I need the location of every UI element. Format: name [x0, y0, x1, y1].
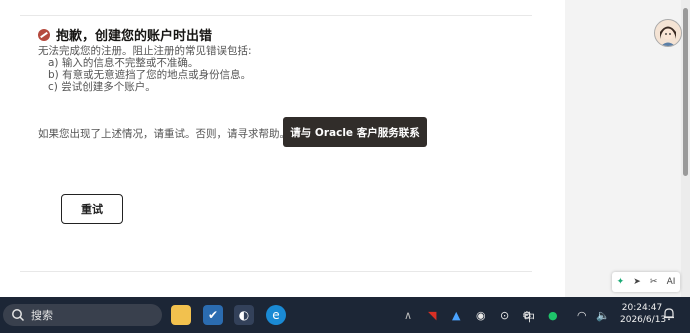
system-clock[interactable]: 20:24:47 2026/6/13: [620, 302, 667, 326]
user-avatar[interactable]: [654, 19, 682, 47]
file-explorer-icon[interactable]: [171, 305, 191, 325]
wifi-icon[interactable]: ◠: [577, 309, 587, 322]
clock-date: 2026/6/13: [620, 315, 667, 325]
volume-icon[interactable]: 🔈: [596, 309, 610, 322]
scrollbar-thumb[interactable]: [683, 8, 688, 176]
error-intro: 无法完成您的注册。阻止注册的常见错误包括:: [38, 45, 252, 57]
tray-icon[interactable]: ◉: [476, 309, 486, 322]
edge-browser-icon[interactable]: e: [266, 305, 286, 325]
translate-icon[interactable]: ✦: [617, 277, 625, 287]
divider: [20, 15, 532, 16]
main-page: 抱歉，创建您的账户时出错 无法完成您的注册。阻止注册的常见错误包括: a) 输入…: [0, 0, 565, 297]
ai-text-icon[interactable]: AI: [667, 277, 676, 287]
error-item: c) 尝试创建多个账户。: [48, 81, 156, 93]
search-placeholder: 搜索: [31, 309, 53, 322]
contact-support-button[interactable]: 请与 Oracle 客户服务联系: [283, 117, 427, 147]
error-icon: [38, 28, 50, 41]
taskbar-search[interactable]: 搜索: [3, 304, 162, 326]
retry-button[interactable]: 重试: [61, 194, 123, 224]
wechat-icon[interactable]: ●: [548, 309, 558, 322]
error-title: 抱歉，创建您的账户时出错: [56, 29, 213, 44]
tray-icon[interactable]: ▲: [452, 309, 460, 322]
ime-indicator[interactable]: 中: [524, 309, 535, 325]
app-icon[interactable]: ✔: [203, 305, 223, 325]
clock-time: 20:24:47: [621, 303, 663, 313]
error-message: 无法完成您的注册。阻止注册的常见错误包括: a) 输入的信息不完整或不准确。 b…: [38, 45, 252, 93]
scissors-icon[interactable]: ✂: [650, 277, 658, 287]
search-icon: [12, 309, 25, 322]
notification-bell-icon[interactable]: [662, 307, 676, 321]
error-header: 抱歉，创建您的账户时出错: [38, 25, 212, 44]
tray-icon[interactable]: ∧: [404, 309, 412, 322]
tray-icon[interactable]: ⊙: [500, 309, 509, 322]
floating-toolbar: ✦ ➤ ✂ AI: [612, 272, 680, 292]
error-item: b) 有意或无意遮挡了您的地点或身份信息。: [48, 69, 252, 81]
help-text: 如果您出现了上述情况，请重试。否则，请寻求帮助。: [38, 128, 290, 140]
app-icon[interactable]: ◐: [234, 305, 254, 325]
tray-icon[interactable]: ◥: [428, 309, 436, 322]
send-icon[interactable]: ➤: [633, 277, 641, 287]
error-item: a) 输入的信息不完整或不准确。: [48, 57, 199, 69]
divider: [20, 271, 532, 272]
